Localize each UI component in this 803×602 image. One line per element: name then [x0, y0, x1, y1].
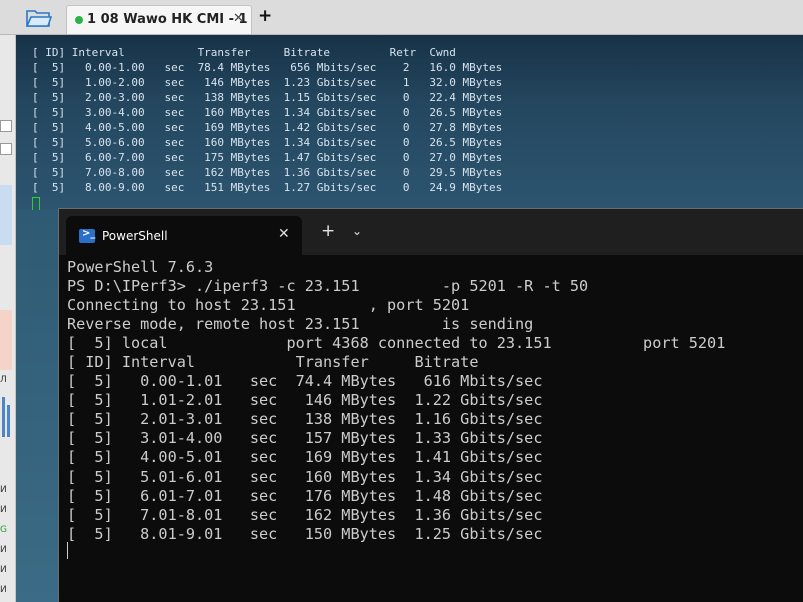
- background-terminal-output: [ ID] Interval Transfer Bitrate Retr Cwn…: [32, 45, 502, 195]
- clipped-glyph: G: [0, 525, 7, 535]
- console-line: [ 5] 4.00-5.01 sec 169 MBytes 1.41 Gbits…: [67, 448, 543, 467]
- tab-close-icon[interactable]: ✕: [278, 226, 290, 242]
- tab-powershell-label: PowerShell: [102, 229, 168, 243]
- clipped-glyph: И: [0, 585, 7, 595]
- color-block: [0, 310, 12, 370]
- console-line: [ 5] 7.01-8.01 sec 162 MBytes 1.36 Gbits…: [67, 505, 543, 524]
- console-line: [ 5] 5.01-6.01 sec 160 MBytes 1.34 Gbits…: [67, 467, 543, 486]
- connected-status-icon: [75, 16, 83, 24]
- console-line: [ 5] 0.00-1.01 sec 74.4 MBytes 616 Mbits…: [67, 372, 543, 391]
- terminal-line: [ 5] 2.00-3.00 sec 138 MBytes 1.15 Gbits…: [32, 91, 503, 104]
- terminal-line: [ 5] 8.00-9.00 sec 151 MBytes 1.27 Gbits…: [32, 181, 503, 194]
- console-line: [ 5] local port 4368 connected to 23.151…: [67, 334, 726, 353]
- mini-bar: [7, 405, 10, 437]
- background-window-edge: Л И И G И И И: [0, 35, 16, 602]
- console-line: PS D:\IPerf3> ./iperf3 -c 23.151 -p 5201…: [67, 277, 589, 296]
- powershell-tab-bar: >_ PowerShell ✕ + ⌄: [59, 209, 803, 255]
- folder-icon[interactable]: [25, 8, 53, 28]
- clipped-glyph: И: [0, 485, 7, 495]
- app-tab-bar: 1 08 Wawo HK CMI - 1 ✕ +: [0, 0, 803, 35]
- powershell-console[interactable]: PowerShell 7.6.3 PS D:\IPerf3> ./iperf3 …: [67, 258, 725, 544]
- powershell-window[interactable]: >_ PowerShell ✕ + ⌄ PowerShell 7.6.3 PS …: [58, 208, 803, 602]
- terminal-line: [ 5] 6.00-7.00 sec 175 MBytes 1.47 Gbits…: [32, 151, 503, 164]
- checkbox-icon: [0, 143, 12, 155]
- chevron-down-icon[interactable]: ⌄: [352, 224, 362, 238]
- console-line: [ 5] 2.01-3.01 sec 138 MBytes 1.16 Gbits…: [67, 410, 543, 429]
- terminal-line: [ 5] 0.00-1.00 sec 78.4 MBytes 656 Mbits…: [32, 61, 503, 74]
- terminal-line: [ 5] 3.00-4.00 sec 160 MBytes 1.34 Gbits…: [32, 106, 503, 119]
- mini-bar: [2, 397, 5, 437]
- console-line: [ 5] 3.01-4.00 sec 157 MBytes 1.33 Gbits…: [67, 429, 543, 448]
- powershell-icon: >_: [79, 228, 95, 243]
- clipped-glyph: И: [0, 545, 7, 555]
- checkbox-icon: [0, 120, 12, 132]
- console-line: [ 5] 1.01-2.01 sec 146 MBytes 1.22 Gbits…: [67, 391, 543, 410]
- background-terminal[interactable]: [ ID] Interval Transfer Bitrate Retr Cwn…: [16, 35, 803, 212]
- clipped-glyph: И: [0, 565, 7, 575]
- console-line: Reverse mode, remote host 23.151 is send…: [67, 315, 534, 334]
- tab-session-title: 1 08 Wawo HK CMI - 1: [87, 12, 248, 27]
- new-tab-button[interactable]: +: [258, 6, 272, 26]
- tab-session[interactable]: 1 08 Wawo HK CMI - 1 ✕: [66, 5, 252, 34]
- console-line: [ 5] 8.01-9.01 sec 150 MBytes 1.25 Gbits…: [67, 524, 543, 543]
- terminal-line: [ ID] Interval Transfer Bitrate Retr Cwn…: [32, 46, 456, 59]
- terminal-line: [ 5] 1.00-2.00 sec 146 MBytes 1.23 Gbits…: [32, 76, 503, 89]
- console-line: [ 5] 6.01-7.01 sec 176 MBytes 1.48 Gbits…: [67, 486, 543, 505]
- scroll-panel: [0, 185, 12, 245]
- tab-close-icon[interactable]: ✕: [233, 11, 244, 26]
- new-tab-button[interactable]: +: [321, 221, 335, 241]
- terminal-line: [ 5] 7.00-8.00 sec 162 MBytes 1.36 Gbits…: [32, 166, 503, 179]
- powershell-output: PowerShell 7.6.3 PS D:\IPerf3> ./iperf3 …: [67, 258, 725, 544]
- clipped-glyph: И: [0, 505, 7, 515]
- console-line: PowerShell 7.6.3: [67, 258, 214, 276]
- terminal-line: [ 5] 4.00-5.00 sec 169 MBytes 1.42 Gbits…: [32, 121, 503, 134]
- console-line: Connecting to host 23.151 , port 5201: [67, 296, 470, 315]
- terminal-cursor: [67, 542, 68, 559]
- clipped-glyph: Л: [0, 375, 7, 385]
- console-line: [ ID] Interval Transfer Bitrate: [67, 353, 479, 372]
- terminal-line: [ 5] 5.00-6.00 sec 160 MBytes 1.34 Gbits…: [32, 136, 503, 149]
- tab-powershell[interactable]: >_ PowerShell ✕: [66, 216, 302, 255]
